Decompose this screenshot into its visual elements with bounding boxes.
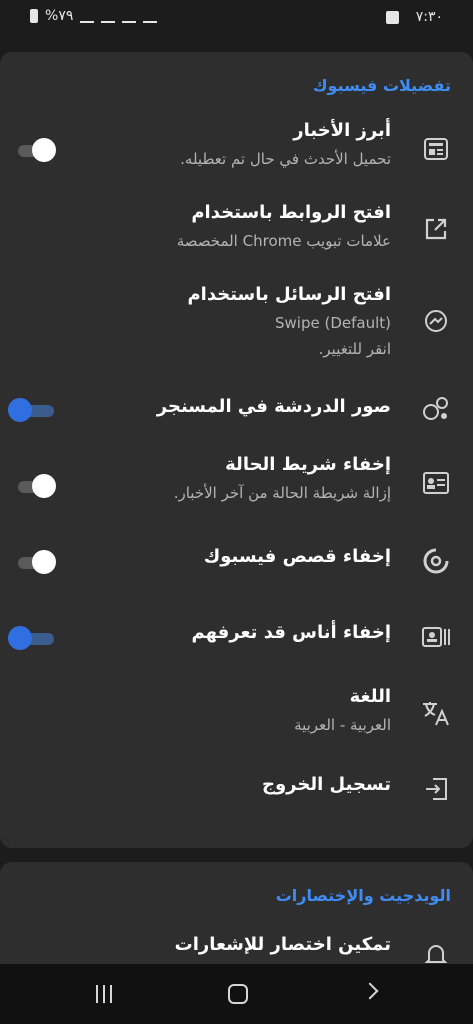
- facebook-preferences-card: تفضيلات فيسبوك أبرز الأخبار تحميل الأحدث…: [0, 52, 473, 848]
- signal-icon: [80, 9, 95, 23]
- battery-percent: %٧٩: [45, 8, 74, 24]
- battery-icon: [30, 9, 38, 23]
- row-subtitle: تحميل الأحدث في حال تم تعطيله.: [180, 150, 391, 168]
- row-title: إخفاء أناس قد تعرفهم: [191, 622, 391, 643]
- back-button[interactable]: [361, 982, 379, 1000]
- hide-stories-toggle[interactable]: [14, 550, 58, 574]
- status-left: %٧٩: [30, 8, 158, 24]
- recent-apps-button[interactable]: [96, 985, 112, 1003]
- stories-icon: [421, 546, 451, 576]
- translate-icon: [421, 698, 451, 728]
- row-title: إخفاء شريط الحالة: [225, 454, 391, 475]
- logout-icon: [421, 774, 451, 804]
- row-subtitle: العربية - العربية: [294, 716, 391, 734]
- wifi-icon: [122, 9, 137, 23]
- row-top-news[interactable]: أبرز الأخبار تحميل الأحدث في حال تم تعطي…: [0, 114, 473, 186]
- row-hide-pymk[interactable]: إخفاء أناس قد تعرفهم: [0, 614, 473, 662]
- row-title: تمكين اختصار للإشعارات: [174, 934, 391, 955]
- hide-status-toggle[interactable]: [14, 474, 58, 498]
- row-logout[interactable]: تسجيل الخروج: [0, 764, 473, 812]
- row-subtitle: Swipe (Default): [275, 314, 391, 332]
- row-hide-status[interactable]: إخفاء شريط الحالة إزالة شريطة الحالة من …: [0, 448, 473, 520]
- home-button[interactable]: [228, 984, 248, 1004]
- row-title: افتح الرسائل باستخدام: [187, 284, 391, 305]
- news-feed-icon: [421, 134, 451, 164]
- row-title: افتح الروابط باستخدام: [191, 202, 391, 223]
- row-title: إخفاء قصص فيسبوك: [203, 546, 391, 567]
- navigation-bar: [0, 964, 473, 1024]
- row-subtitle: إزالة شريطة الحالة من آخر الأخبار.: [173, 484, 391, 502]
- section-title: الويدجيت والإختصارات: [275, 886, 451, 905]
- row-title: تسجيل الخروج: [262, 774, 391, 795]
- section-title: تفضيلات فيسبوك: [312, 76, 451, 95]
- row-chat-heads[interactable]: صور الدردشة في المسنجر: [0, 388, 473, 434]
- row-subtitle-2: انقر للتغيير.: [318, 340, 391, 358]
- chat-heads-icon: [421, 394, 451, 424]
- notification-bell-icon: [421, 940, 451, 964]
- row-subtitle: علامات تبويب Chrome المخصصة: [176, 232, 391, 250]
- status-time: ٧:٣٠: [415, 9, 443, 25]
- row-open-links[interactable]: افتح الروابط باستخدام علامات تبويب Chrom…: [0, 196, 473, 266]
- chat-heads-toggle[interactable]: [8, 398, 58, 422]
- row-open-messages[interactable]: افتح الرسائل باستخدام Swipe (Default) ان…: [0, 278, 473, 374]
- notification-check-icon: [386, 11, 399, 24]
- row-hide-stories[interactable]: إخفاء قصص فيسبوك: [0, 538, 473, 586]
- widgets-shortcuts-card: الويدجيت والإختصارات تمكين اختصار للإشعا…: [0, 862, 473, 964]
- open-external-icon: [421, 214, 451, 244]
- people-card-icon: [421, 622, 451, 652]
- top-news-toggle[interactable]: [14, 138, 58, 162]
- status-bar: %٧٩ ٧:٣٠: [0, 0, 473, 36]
- messenger-icon: [421, 306, 451, 336]
- row-title: أبرز الأخبار: [293, 120, 391, 141]
- alarm-icon: [143, 9, 158, 23]
- signal-icon-2: [101, 9, 116, 23]
- hide-pymk-toggle[interactable]: [8, 626, 58, 650]
- status-card-icon: [421, 468, 451, 498]
- row-title: اللغة: [349, 686, 391, 707]
- row-title: صور الدردشة في المسنجر: [156, 396, 391, 417]
- row-enable-notification-shortcut[interactable]: تمكين اختصار للإشعارات: [0, 930, 473, 964]
- row-language[interactable]: اللغة العربية - العربية: [0, 682, 473, 748]
